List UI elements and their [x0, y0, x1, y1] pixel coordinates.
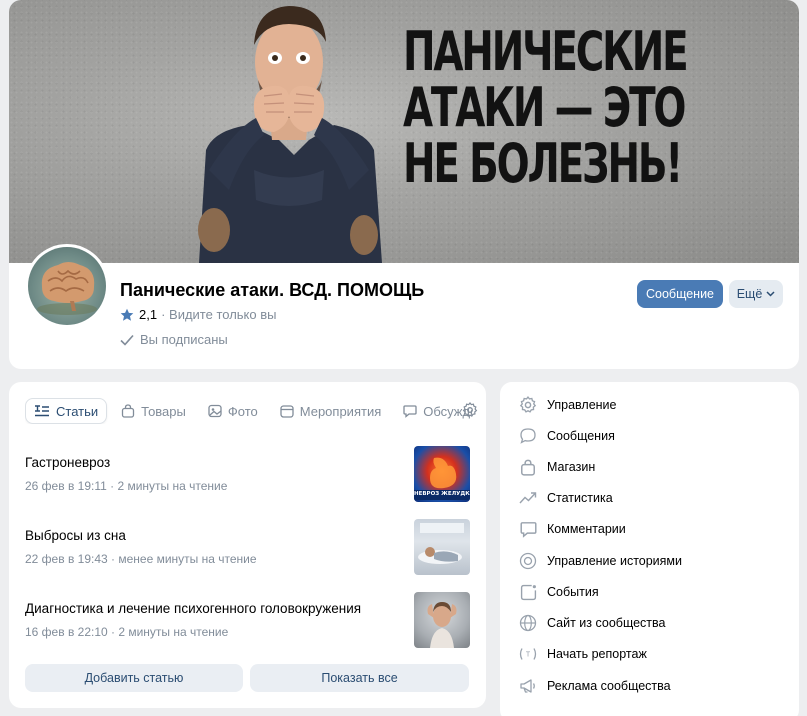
- svg-text:T: T: [526, 652, 531, 659]
- sleeping-person-icon: [418, 523, 464, 564]
- tab-goods[interactable]: Товары: [113, 398, 194, 424]
- community-title: Панические атаки. ВСД. ПОМОЩЬ: [120, 280, 425, 300]
- tabs-settings-gear-icon[interactable]: [462, 402, 478, 418]
- thumbnail-caption: НЕВРОЗ ЖЕЛУДКА: [414, 491, 470, 497]
- man-illustration: [198, 6, 382, 263]
- message-button[interactable]: Сообщение: [637, 280, 723, 308]
- menu-item-label: События: [547, 585, 599, 599]
- chevron-down-icon: [766, 291, 775, 297]
- stories-icon: [519, 552, 537, 570]
- tab-photo[interactable]: Фото: [200, 398, 266, 424]
- article-item[interactable]: Диагностика и лечение психогенного голов…: [25, 592, 470, 648]
- event-icon: [520, 584, 536, 600]
- broadcast-icon: T: [519, 648, 537, 660]
- menu-item-label: Начать репортаж: [547, 647, 647, 661]
- chart-icon: [519, 492, 537, 504]
- calendar-icon: [280, 405, 294, 418]
- tab-discussions[interactable]: Обсуждения: [395, 398, 472, 424]
- more-button-label: Ещё: [736, 287, 763, 301]
- more-button[interactable]: Ещё: [729, 280, 783, 308]
- globe-icon: [519, 614, 537, 632]
- menu-item-ads[interactable]: Реклама сообщества: [518, 675, 671, 697]
- article-item[interactable]: Выбросы из сна 22 фев в 19:43 · менее ми…: [25, 519, 470, 575]
- subscribed-status[interactable]: Вы подписаны: [120, 332, 228, 347]
- menu-item-manage[interactable]: Управление: [518, 394, 617, 416]
- menu-item-label: Статистика: [547, 491, 613, 505]
- show-all-button[interactable]: Показать все: [250, 664, 469, 692]
- visibility-note: · Видите только вы: [161, 307, 277, 322]
- bag-icon: [521, 459, 535, 476]
- menu-item-statistics[interactable]: Статистика: [518, 487, 613, 509]
- article-title[interactable]: Выбросы из сна: [25, 528, 126, 543]
- article-title[interactable]: Диагностика и лечение психогенного голов…: [25, 601, 361, 616]
- community-avatar[interactable]: [25, 244, 109, 328]
- cover-image: ПАНИЧЕСКИЕ АТАКИ — ЭТО НЕ БОЛЕЗНЬ!: [9, 0, 799, 263]
- article-meta: 22 фев в 19:43 · менее минуты на чтение: [25, 552, 257, 566]
- article-meta: 16 фев в 22:10 · 2 минуты на чтение: [25, 625, 229, 639]
- add-article-button[interactable]: Добавить статью: [25, 664, 243, 692]
- tab-events[interactable]: Мероприятия: [272, 398, 390, 424]
- menu-item-label: Управление: [547, 398, 617, 412]
- comment-icon: [519, 521, 537, 538]
- star-icon: [120, 308, 134, 321]
- article-title[interactable]: Гастроневроз: [25, 455, 110, 470]
- rating-value: 2,1: [139, 307, 158, 322]
- articles-icon: [35, 405, 49, 417]
- article-thumbnail[interactable]: НЕВРОЗ ЖЕЛУДКА: [414, 446, 470, 502]
- subscribed-label: Вы подписаны: [140, 332, 228, 347]
- rating-row: 2,1 · Видите только вы: [120, 307, 277, 322]
- tab-articles[interactable]: Статьи: [25, 398, 108, 424]
- menu-item-messages[interactable]: Сообщения: [518, 425, 615, 447]
- brain-icon: [37, 262, 97, 315]
- article-thumbnail[interactable]: [414, 519, 470, 575]
- menu-item-site[interactable]: Сайт из сообщества: [518, 612, 665, 634]
- article-item[interactable]: Гастроневроз 26 фев в 19:11 · 2 минуты н…: [25, 446, 470, 502]
- management-menu: Управление Сообщения Магазин Статистика: [500, 382, 799, 716]
- menu-item-label: Управление историями: [547, 554, 683, 568]
- dizzy-woman-icon: [427, 602, 457, 648]
- article-meta: 26 фев в 19:11 · 2 минуты на чтение: [25, 479, 228, 493]
- message-icon: [520, 428, 536, 444]
- bag-icon: [121, 404, 135, 418]
- menu-item-label: Сайт из сообщества: [547, 616, 666, 630]
- menu-item-label: Комментарии: [547, 522, 626, 536]
- menu-item-label: Реклама сообщества: [547, 679, 671, 693]
- menu-item-stories[interactable]: Управление историями: [518, 550, 682, 572]
- cover-headline: ПАНИЧЕСКИЕ АТАКИ — ЭТО НЕ БОЛЕЗНЬ!: [403, 20, 689, 195]
- photo-icon: [208, 404, 222, 418]
- megaphone-icon: [520, 679, 535, 693]
- menu-item-label: Сообщения: [547, 429, 615, 443]
- menu-item-events[interactable]: События: [518, 581, 599, 603]
- gear-icon: [519, 396, 537, 413]
- menu-item-broadcast[interactable]: T Начать репортаж: [518, 643, 647, 665]
- menu-item-label: Магазин: [547, 460, 596, 474]
- discussion-icon: [403, 405, 417, 418]
- articles-block: Статьи Товары Фото Мероприятия Обсужд Га…: [9, 382, 486, 708]
- community-header: ПАНИЧЕСКИЕ АТАКИ — ЭТО НЕ БОЛЕЗНЬ! Панич…: [9, 0, 799, 369]
- article-thumbnail[interactable]: [414, 592, 470, 648]
- menu-item-comments[interactable]: Комментарии: [518, 518, 626, 540]
- check-icon: [120, 334, 134, 346]
- content-tabs: Статьи Товары Фото Мероприятия Обсужд: [25, 398, 472, 424]
- menu-item-shop[interactable]: Магазин: [518, 456, 595, 478]
